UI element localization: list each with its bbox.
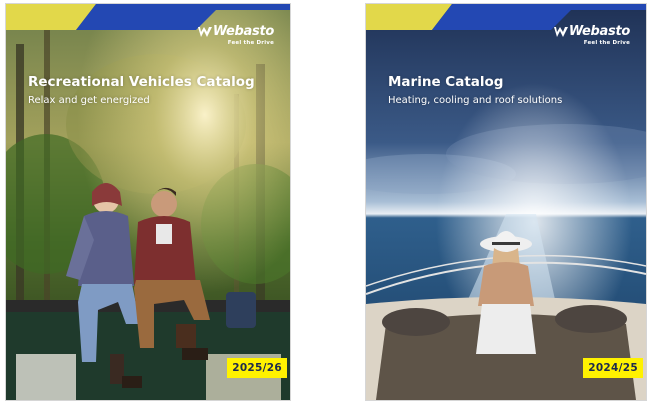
brand-name: Webasto xyxy=(568,24,630,39)
cover-photo-yacht-woman xyxy=(366,4,646,400)
brand-name: Webasto xyxy=(212,24,274,39)
webasto-logo: Webasto Feel the Drive xyxy=(553,24,630,46)
webasto-w-icon xyxy=(553,26,568,37)
catalog-cover-marine[interactable]: Webasto Feel the Drive Marine Catalog He… xyxy=(366,4,646,400)
brand-tagline: Feel the Drive xyxy=(583,40,630,46)
catalog-title: Marine Catalog xyxy=(388,74,504,90)
cover-photo-forest-couple xyxy=(6,4,290,400)
catalog-year-badge: 2025/26 xyxy=(227,358,287,378)
catalog-title: Recreational Vehicles Catalog xyxy=(28,74,255,90)
catalog-cover-rv[interactable]: Webasto Feel the Drive Recreational Vehi… xyxy=(6,4,290,400)
catalog-subtitle: Relax and get energized xyxy=(28,95,150,106)
brand-tagline: Feel the Drive xyxy=(227,40,274,46)
catalog-year-badge: 2024/25 xyxy=(583,358,643,378)
catalog-subtitle: Heating, cooling and roof solutions xyxy=(388,95,563,106)
webasto-logo: Webasto Feel the Drive xyxy=(197,24,274,46)
webasto-w-icon xyxy=(197,26,212,37)
